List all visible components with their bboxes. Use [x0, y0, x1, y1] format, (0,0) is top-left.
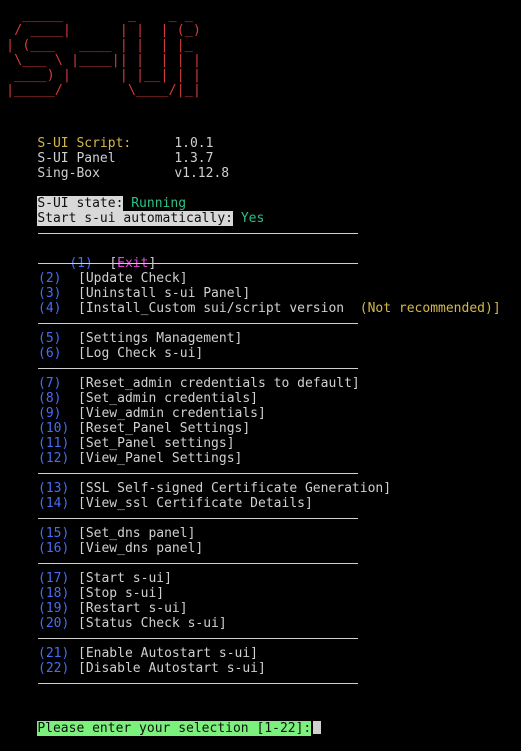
logo-line: _____ _ _ _ — [6, 7, 202, 23]
menu-number: (14) — [38, 496, 70, 511]
menu-number: (17) — [38, 571, 70, 586]
divider — [38, 233, 358, 234]
divider — [38, 638, 358, 639]
menu-number: (18) — [38, 586, 70, 601]
terminal-window[interactable]: _____ _ _ _ / ____| | | | (_) | (___ ___… — [0, 0, 521, 736]
menu-number: (11) — [38, 436, 70, 451]
menu-label: [Set_Panel settings] — [78, 436, 235, 451]
menu-number: (5) — [38, 331, 62, 346]
autostart-value: Yes — [240, 211, 265, 226]
menu-item-19[interactable]: (19) [Restart s-ui] — [38, 601, 188, 616]
menu-label: [Install_Custom sui/script version — [78, 301, 345, 316]
menu-item-12[interactable]: (12) [View_Panel Settings] — [38, 451, 242, 466]
divider — [38, 263, 358, 264]
divider — [38, 368, 358, 369]
menu-number: (15) — [38, 526, 70, 541]
divider — [38, 683, 358, 684]
menu-item-22[interactable]: (22) [Disable Autostart s-ui] — [38, 661, 266, 676]
version-value: v1.12.8 — [174, 166, 230, 181]
menu-number: (3) — [38, 286, 62, 301]
menu-label: [Reset_Panel Settings] — [78, 421, 251, 436]
menu-number: (12) — [38, 451, 70, 466]
menu-label: [View_ssl Certificate Details] — [78, 496, 313, 511]
menu-label: [View_admin credentials] — [78, 406, 266, 421]
selection-prompt-row[interactable]: Please enter your selection [1-22]: — [6, 706, 322, 736]
version-label: Sing-Box — [37, 166, 100, 181]
menu-item-18[interactable]: (18) [Stop s-ui] — [38, 586, 164, 601]
menu-number: (10) — [38, 421, 70, 436]
divider — [38, 563, 358, 564]
menu-number: (4) — [38, 301, 62, 316]
menu-number: (20) — [38, 616, 70, 631]
menu-label: [Set_dns panel] — [78, 526, 196, 541]
autostart-row: Start s-ui automatically: Yes — [6, 196, 264, 226]
menu-item-3[interactable]: (3) [Uninstall s-ui Panel] — [38, 286, 250, 301]
selection-prompt: Please enter your selection [1-22]: — [37, 721, 312, 736]
logo-line: \___ \ |____|| | | | | — [6, 52, 202, 68]
logo-line: / ____| | | | (_) — [6, 22, 202, 38]
menu-item-5[interactable]: (5) [Settings Management] — [38, 331, 242, 346]
menu-item-21[interactable]: (21) [Enable Autostart s-ui] — [38, 646, 258, 661]
text-cursor[interactable] — [313, 721, 322, 734]
menu-label: [Set_admin credentials] — [78, 391, 259, 406]
menu-item-4[interactable]: (4) [Install_Custom sui/script version (N… — [38, 301, 501, 316]
menu-label: [Restart s-ui] — [78, 601, 188, 616]
menu-label: [Start s-ui] — [78, 571, 172, 586]
menu-item-10[interactable]: (10) [Reset_Panel Settings] — [38, 421, 250, 436]
menu-number: (7) — [38, 376, 62, 391]
menu-item-17[interactable]: (17) [Start s-ui] — [38, 571, 172, 586]
menu-item-14[interactable]: (14) [View_ssl Certificate Details] — [38, 496, 313, 511]
menu-number: (8) — [38, 391, 62, 406]
version-row-panel: S-UI Panel 1.3.7 — [6, 136, 213, 166]
logo-line: ____) | | |__| | | — [6, 67, 202, 83]
menu-item-8[interactable]: (8) [Set_admin credentials] — [38, 391, 258, 406]
autostart-label: Start s-ui automatically: — [37, 211, 233, 226]
menu-number: (9) — [38, 406, 62, 421]
menu-item-1[interactable]: (1)[Exit] — [38, 241, 156, 271]
divider — [38, 518, 358, 519]
menu-label: [Status Check s-ui] — [78, 616, 227, 631]
divider — [38, 323, 358, 324]
s-ui-ascii-logo: _____ _ _ _ / ____| | | | (_) | (___ ___… — [6, 8, 201, 98]
menu-item-15[interactable]: (15) [Set_dns panel] — [38, 526, 195, 541]
menu-item-13[interactable]: (13) [SSL Self-signed Certificate Generat… — [38, 481, 391, 496]
menu-number: (6) — [38, 346, 62, 361]
menu-number: (13) — [38, 481, 70, 496]
menu-item-20[interactable]: (20) [Status Check s-ui] — [38, 616, 227, 631]
menu-label: [SSL Self-signed Certificate Generation] — [78, 481, 392, 496]
menu-item-16[interactable]: (16) [View_dns panel] — [38, 541, 203, 556]
divider — [38, 473, 358, 474]
version-row-singbox: Sing-Box v1.12.8 — [6, 151, 229, 181]
menu-label: [View_dns panel] — [78, 541, 204, 556]
menu-label: [Enable Autostart s-ui] — [78, 646, 259, 661]
menu-number: (16) — [38, 541, 70, 556]
menu-label: [Disable Autostart s-ui] — [78, 661, 266, 676]
state-row: S-UI state: Running — [6, 181, 186, 211]
not-recommended-note: (Not recommended)] — [359, 301, 501, 316]
logo-line: | (___ ____ | | | |_ — [6, 37, 202, 53]
menu-item-6[interactable]: (6) [Log Check s-ui] — [38, 346, 203, 361]
menu-number: (2) — [38, 271, 62, 286]
menu-label: [View_Panel Settings] — [78, 451, 243, 466]
menu-label: [Update Check] — [78, 271, 188, 286]
menu-item-7[interactable]: (7) [Reset_admin credentials to default] — [38, 376, 360, 391]
menu-label: [Uninstall s-ui Panel] — [78, 286, 251, 301]
menu-number: (21) — [38, 646, 70, 661]
menu-label: [Log Check s-ui] — [78, 346, 204, 361]
version-row-script: S-UI Script: 1.0.1 — [6, 121, 213, 151]
logo-line: |_____/ \____/|_| — [6, 82, 202, 98]
menu-item-9[interactable]: (9) [View_admin credentials] — [38, 406, 266, 421]
menu-label: [Stop s-ui] — [78, 586, 165, 601]
menu-item-11[interactable]: (11) [Set_Panel settings] — [38, 436, 235, 451]
menu-number: (22) — [38, 661, 70, 676]
menu-item-2[interactable]: (2) [Update Check] — [38, 271, 188, 286]
menu-number: (19) — [38, 601, 70, 616]
menu-label: [Settings Management] — [78, 331, 243, 346]
menu-label: [Reset_admin credentials to default] — [78, 376, 360, 391]
